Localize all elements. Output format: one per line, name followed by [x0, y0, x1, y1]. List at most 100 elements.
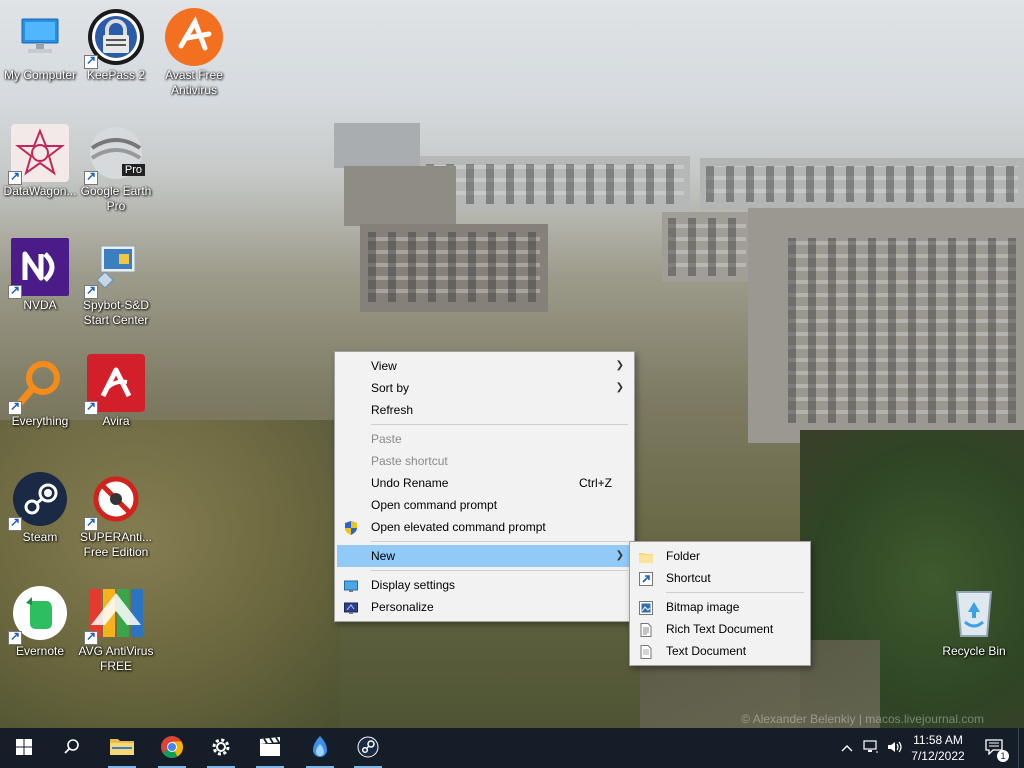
taskbar-chrome[interactable] [148, 728, 196, 768]
shortcut-arrow-icon [8, 399, 22, 415]
shortcut-arrow-icon [84, 629, 98, 645]
taskbar-video-editor[interactable] [246, 728, 294, 768]
shortcut-icon [639, 571, 653, 586]
submenu-arrow-icon: ❯ [615, 360, 624, 371]
pro-badge: Pro [121, 164, 145, 176]
desktop-icon-google-earth[interactable]: Pro Google Earth Pro [76, 124, 156, 214]
desktop-icon-superantispyware[interactable]: SUPERAnti... Free Edition [76, 470, 156, 560]
menu-item-label: Shortcut [666, 571, 711, 585]
desktop-icon-everything[interactable]: Everything [0, 354, 80, 429]
menu-item-label: Undo Rename [371, 476, 449, 490]
notification-count-badge: 1 [997, 749, 1009, 762]
menu-item-label: Rich Text Document [666, 622, 774, 636]
show-desktop-button[interactable] [1018, 728, 1024, 768]
menu-item-view[interactable]: View ❯ [337, 355, 632, 377]
menu-item-personalize[interactable]: Personalize [337, 596, 632, 618]
desktop-icon-nvda[interactable]: NVDA [0, 238, 80, 313]
avira-icon [84, 354, 145, 415]
submenu-arrow-icon: ❯ [615, 550, 624, 561]
desktop-context-menu: View ❯ Sort by ❯ Refresh Paste Paste short… [334, 351, 635, 622]
action-center-button[interactable]: 1 [978, 728, 1010, 768]
desktop-icon-label: Avira [102, 414, 130, 428]
menu-item-label: Text Document [666, 644, 747, 658]
menu-item-sort-by[interactable]: Sort by ❯ [337, 377, 632, 399]
shortcut-arrow-icon [84, 283, 98, 299]
new-submenu: Folder Shortcut Bitmap image Rich Text D… [629, 541, 811, 666]
tray-network[interactable] [860, 728, 882, 768]
taskbar-app-blue-flame[interactable] [296, 728, 344, 768]
start-button[interactable] [0, 728, 48, 768]
desktop-icon-steam[interactable]: Steam [0, 470, 80, 545]
menu-item-new[interactable]: New ❯ [337, 545, 632, 567]
desktop-icon-keepass[interactable]: KeePass 2 [76, 8, 156, 83]
computer-icon [11, 8, 69, 66]
taskbar-settings[interactable] [197, 728, 245, 768]
desktop-icon-label: My Computer [3, 68, 77, 82]
desktop-icon-label: SUPERAnti... Free Edition [79, 530, 153, 559]
menu-item-label: Paste shortcut [371, 454, 448, 468]
wallpaper-building [334, 123, 420, 168]
desktop-icon-spybot[interactable]: Spybot-S&D Start Center [76, 238, 156, 328]
search-icon [63, 738, 81, 759]
new-folder-item[interactable]: Folder [632, 545, 808, 567]
menu-item-display-settings[interactable]: Display settings [337, 574, 632, 596]
text-document-icon [639, 644, 653, 659]
taskbar-file-explorer[interactable] [98, 728, 146, 768]
desktop-icon-label: NVDA [23, 298, 57, 312]
wallpaper-building [700, 158, 1024, 210]
submenu-arrow-icon: ❯ [615, 382, 624, 393]
taskbar-steam[interactable] [344, 728, 392, 768]
desktop-icon-label: Recycle Bin [942, 644, 1006, 658]
menu-item-label: Display settings [371, 578, 456, 592]
steam-icon [357, 736, 379, 761]
desktop-icon-avira[interactable]: Avira [76, 354, 156, 429]
evernote-icon [8, 584, 69, 645]
menu-item-paste: Paste [337, 428, 632, 450]
desktop-icon-avg[interactable]: AVG AntiVirus FREE [76, 584, 156, 674]
steam-icon [8, 470, 69, 531]
desktop-icon-evernote[interactable]: Evernote [0, 584, 80, 659]
network-icon [863, 739, 879, 757]
menu-separator [666, 592, 804, 593]
tray-show-hidden-icons[interactable] [838, 728, 856, 768]
wallpaper-trees [0, 420, 340, 728]
menu-item-open-command-prompt[interactable]: Open command prompt [337, 494, 632, 516]
shortcut-arrow-icon [84, 53, 98, 69]
avast-icon [165, 8, 223, 66]
menu-item-label: Personalize [371, 600, 434, 614]
shortcut-arrow-icon [84, 169, 98, 185]
shortcut-arrow-icon [8, 629, 22, 645]
new-shortcut-item[interactable]: Shortcut [632, 567, 808, 589]
rtf-icon [639, 622, 653, 637]
bitmap-icon [639, 600, 653, 615]
menu-item-label: Refresh [371, 403, 414, 417]
menu-item-open-elevated-command-prompt[interactable]: Open elevated command prompt [337, 516, 632, 538]
new-rich-text-document-item[interactable]: Rich Text Document [632, 618, 808, 640]
desktop-icon-datawagon[interactable]: DataWagon... [0, 124, 80, 199]
taskbar-clock[interactable]: 11:58 AM 7/12/2022 [906, 732, 970, 764]
desktop-icon-label: DataWagon... [3, 184, 77, 198]
menu-item-refresh[interactable]: Refresh [337, 399, 632, 421]
menu-item-label: Folder [666, 549, 701, 563]
clock-date: 7/12/2022 [911, 749, 965, 763]
wallpaper-building [344, 166, 456, 226]
clock-time: 11:58 AM [913, 733, 963, 747]
recycle-bin-icon [945, 584, 1003, 642]
google-earth-icon: Pro [84, 124, 145, 185]
menu-item-label: Sort by [371, 381, 410, 395]
tray-volume[interactable] [884, 728, 906, 768]
search-button[interactable] [48, 728, 96, 768]
menu-item-undo-rename[interactable]: Undo Rename Ctrl+Z [337, 472, 632, 494]
desktop-icon-label: Evernote [15, 644, 65, 658]
desktop-icon-recycle-bin[interactable]: Recycle Bin [934, 584, 1014, 659]
new-bitmap-image-item[interactable]: Bitmap image [632, 596, 808, 618]
spybot-icon [84, 238, 145, 299]
taskbar: 11:58 AM 7/12/2022 1 [0, 728, 1024, 768]
new-text-document-item[interactable]: Text Document [632, 640, 808, 662]
desktop-icon-avast[interactable]: Avast Free Antivirus [154, 8, 234, 98]
desktop-icon-label: Steam [22, 530, 58, 544]
desktop-icon-my-computer[interactable]: My Computer [0, 8, 80, 83]
uac-shield-icon [344, 520, 358, 535]
shortcut-arrow-icon [84, 515, 98, 531]
notification-icon: 1 [985, 738, 1009, 762]
